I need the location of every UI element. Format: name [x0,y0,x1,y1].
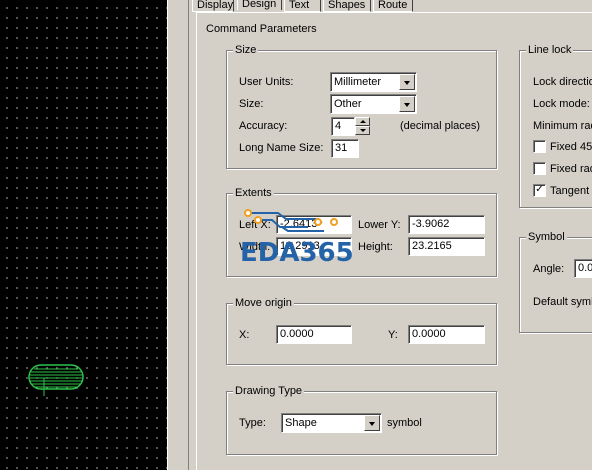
lock-mode-label: Lock mode: [533,98,590,110]
command-parameters-title: Command Parameters [206,23,317,35]
size-group-title: Size [233,43,259,57]
symbol-group: Symbol [519,230,592,333]
accuracy-suffix: (decimal places) [400,120,481,132]
fixed-45-checkbox[interactable] [533,140,546,153]
drawing-type-group-title: Drawing Type [233,384,305,398]
spin-down-icon[interactable] [355,126,370,135]
lock-direction-label: Lock directio [533,76,592,88]
tab-text-label: Text [289,0,310,11]
user-units-select[interactable]: Millimeter [330,72,417,92]
pad-shape-icon [28,364,84,396]
chevron-down-icon[interactable] [399,96,415,112]
angle-label: Angle: [533,263,565,275]
drawing-type-value: Shape [285,417,317,429]
origin-y-input[interactable]: 0.0000 [408,325,485,344]
tab-display[interactable]: Display [192,0,234,12]
check-mark-icon: ✓ [535,184,544,195]
size-value: Other [334,98,362,110]
origin-x-input[interactable]: 0.0000 [276,325,352,344]
tab-design-label: Design [242,0,277,10]
tab-display-label: Display [197,0,234,11]
size-label: Size: [239,98,264,110]
design-canvas[interactable] [0,0,167,470]
long-name-size-input[interactable]: 31 [331,139,359,158]
long-name-size-label: Long Name Size: [239,142,324,154]
accuracy-label: Accuracy: [239,120,288,132]
fixed-radius-checkbox[interactable] [533,162,546,175]
minimum-radius-label: Minimum rad [533,120,592,132]
spin-up-icon[interactable] [355,117,370,126]
extents-group-title: Extents [233,186,274,200]
origin-y-label: Y: [388,329,398,341]
tab-text[interactable]: Text [284,0,321,12]
symbol-group-title: Symbol [526,230,567,244]
accuracy-input[interactable]: 4 [331,117,355,136]
height-label: Height: [358,241,393,253]
move-origin-group-title: Move origin [233,296,294,310]
chevron-down-icon[interactable] [399,74,415,90]
fixed-45-label: Fixed 45 [550,141,592,153]
origin-x-label: X: [239,329,250,341]
tab-shapes-label: Shapes [328,0,366,11]
drawing-type-label: Type: [239,417,266,429]
tab-route-label: Route [378,0,408,11]
height-field[interactable]: 23.2165 [408,237,485,256]
default-symbol-label: Default symb [533,296,592,308]
size-select[interactable]: Other [330,94,417,114]
fixed-radius-label: Fixed rad [550,163,592,175]
drawing-type-select[interactable]: Shape [281,413,382,433]
tab-shapes[interactable]: Shapes [323,0,371,12]
line-lock-group-title: Line lock [526,43,574,57]
tangent-label: Tangent [550,185,590,197]
user-units-value: Millimeter [334,76,382,88]
lower-y-label: Lower Y: [358,219,401,231]
lower-y-field[interactable]: -3.9062 [408,215,485,234]
panel-splitter[interactable] [167,0,189,470]
angle-input[interactable]: 0.0 [574,259,592,278]
tab-design[interactable]: Design [237,0,282,10]
accuracy-spinner[interactable] [355,117,370,136]
tangent-checkbox[interactable]: ✓ [533,184,546,197]
eda365-watermark-logo: EDA365 [240,209,354,265]
drawing-type-suffix: symbol [387,417,422,429]
user-units-label: User Units: [239,76,294,88]
chevron-down-icon[interactable] [364,415,380,431]
tab-route[interactable]: Route [373,0,413,12]
watermark-text: EDA365 [240,238,354,265]
